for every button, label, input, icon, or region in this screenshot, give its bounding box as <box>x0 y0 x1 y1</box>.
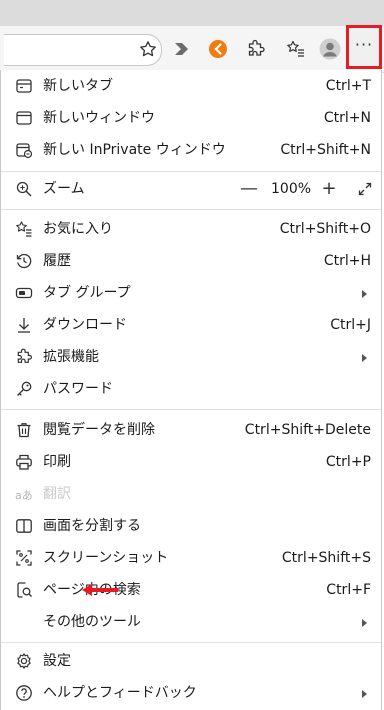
menu-label: 新しいタブ <box>43 78 113 94</box>
menu-shortcut: Ctrl+N <box>323 110 371 126</box>
annotation-arrow-icon <box>82 584 118 596</box>
menu-divider <box>1 409 381 410</box>
collections-star-list-icon[interactable] <box>284 37 308 61</box>
menu-label: タブ グループ <box>43 285 131 301</box>
menu-shortcut: Ctrl+Shift+N <box>280 142 371 158</box>
menu-label: お気に入り <box>43 221 113 237</box>
new-window-icon <box>15 109 33 127</box>
menu-item-split-screen[interactable]: 画面を分割する <box>1 510 381 542</box>
menu-item-extensions[interactable]: 拡張機能 <box>1 341 381 373</box>
menu-shortcut: Ctrl+Shift+Delete <box>244 422 371 438</box>
menu-item-zoom: ズーム — 100% + <box>1 173 381 205</box>
menu-divider <box>1 209 381 210</box>
chevron-right-icon <box>362 690 367 698</box>
menu-label: 画面を分割する <box>43 518 141 534</box>
new-tab-icon <box>15 77 33 95</box>
menu-divider <box>1 642 381 643</box>
download-arrow-icon <box>15 316 33 334</box>
chevron-right-icon <box>362 290 367 298</box>
menu-item-passwords[interactable]: パスワード <box>1 373 381 405</box>
history-clock-icon <box>15 252 33 270</box>
menu-item-find-on-page[interactable]: ページ内の検索 Ctrl+F <box>1 574 381 606</box>
menu-item-translate: aあ 翻訳 <box>1 478 381 510</box>
menu-label: 新しい InPrivate ウィンドウ <box>43 142 226 158</box>
menu-shortcut: Ctrl+P <box>325 454 371 470</box>
menu-shortcut: Ctrl+F <box>326 582 371 598</box>
zoom-in-button[interactable]: + <box>317 173 341 205</box>
menu-label: 翻訳 <box>43 486 71 502</box>
menu-label: 履歴 <box>43 253 71 269</box>
menu-item-new-inprivate[interactable]: 新しい InPrivate ウィンドウ Ctrl+Shift+N <box>1 134 381 166</box>
zoom-level: 100% <box>271 181 312 197</box>
menu-label: ダウンロード <box>43 317 127 333</box>
menu-label: ヘルプとフィードバック <box>43 685 197 701</box>
chevron-right-icon <box>362 619 367 627</box>
window-top-strip <box>0 0 384 26</box>
menu-shortcut: Ctrl+T <box>325 78 371 94</box>
menu-item-screenshot[interactable]: スクリーンショット Ctrl+Shift+S <box>1 542 381 574</box>
screenshot-icon <box>15 549 33 567</box>
menu-label: 拡張機能 <box>43 349 99 365</box>
settings-and-more-button[interactable]: ··· <box>346 25 382 69</box>
menu-item-more-tools[interactable]: その他のツール <box>1 606 381 638</box>
menu-item-new-tab[interactable]: 新しいタブ Ctrl+T <box>1 70 381 102</box>
extensions-puzzle-icon[interactable] <box>244 37 268 61</box>
menu-shortcut: Ctrl+Shift+O <box>279 221 371 237</box>
split-screen-icon <box>15 517 33 535</box>
ellipsis-icon: ··· <box>354 35 374 54</box>
copilot-chevron-icon[interactable] <box>170 37 194 61</box>
settings-menu: 新しいタブ Ctrl+T 新しいウィンドウ Ctrl+N 新しい InPriva… <box>0 70 382 710</box>
menu-label: その他のツール <box>43 614 141 630</box>
trash-icon <box>15 421 33 439</box>
chevron-right-icon <box>362 354 367 362</box>
tab-groups-icon <box>15 284 33 302</box>
favorites-star-list-icon <box>15 220 33 238</box>
menu-divider <box>1 171 381 172</box>
menu-item-settings[interactable]: 設定 <box>1 645 381 677</box>
menu-label: スクリーンショット <box>43 550 169 566</box>
extensions-puzzle-icon <box>15 348 33 366</box>
key-icon <box>15 380 33 398</box>
menu-label: 設定 <box>43 653 71 669</box>
menu-item-print[interactable]: 印刷 Ctrl+P <box>1 446 381 478</box>
menu-label: ズーム <box>43 181 85 197</box>
menu-shortcut: Ctrl+Shift+S <box>281 550 371 566</box>
menu-shortcut: Ctrl+H <box>323 253 371 269</box>
menu-shortcut: Ctrl+J <box>330 317 371 333</box>
browser-toolbar: ··· <box>0 25 384 73</box>
menu-item-new-window[interactable]: 新しいウィンドウ Ctrl+N <box>1 102 381 134</box>
help-question-icon <box>15 684 33 702</box>
menu-label: 印刷 <box>43 454 71 470</box>
gear-icon <box>15 652 33 670</box>
profile-avatar-icon[interactable] <box>318 37 342 61</box>
inprivate-window-icon <box>15 141 33 159</box>
fullscreen-expand-icon[interactable] <box>353 173 377 205</box>
printer-icon <box>15 453 33 471</box>
favorite-star-icon[interactable] <box>136 37 160 61</box>
menu-label: 新しいウィンドウ <box>43 110 155 126</box>
menu-item-tab-groups[interactable]: タブ グループ <box>1 277 381 309</box>
menu-item-help-feedback[interactable]: ヘルプとフィードバック <box>1 677 381 709</box>
menu-item-downloads[interactable]: ダウンロード Ctrl+J <box>1 309 381 341</box>
find-in-page-icon <box>15 581 33 599</box>
orange-extension-icon[interactable] <box>206 37 230 61</box>
menu-item-favorites[interactable]: お気に入り Ctrl+Shift+O <box>1 213 381 245</box>
menu-label: パスワード <box>43 381 113 397</box>
menu-item-clear-browsing-data[interactable]: 閲覧データを削除 Ctrl+Shift+Delete <box>1 414 381 446</box>
menu-label: 閲覧データを削除 <box>43 422 155 438</box>
zoom-out-button[interactable]: — <box>237 173 261 205</box>
menu-item-history[interactable]: 履歴 Ctrl+H <box>1 245 381 277</box>
translate-icon: aあ <box>15 485 33 503</box>
zoom-magnifier-icon <box>15 180 33 198</box>
svg-text:aあ: aあ <box>15 489 33 502</box>
